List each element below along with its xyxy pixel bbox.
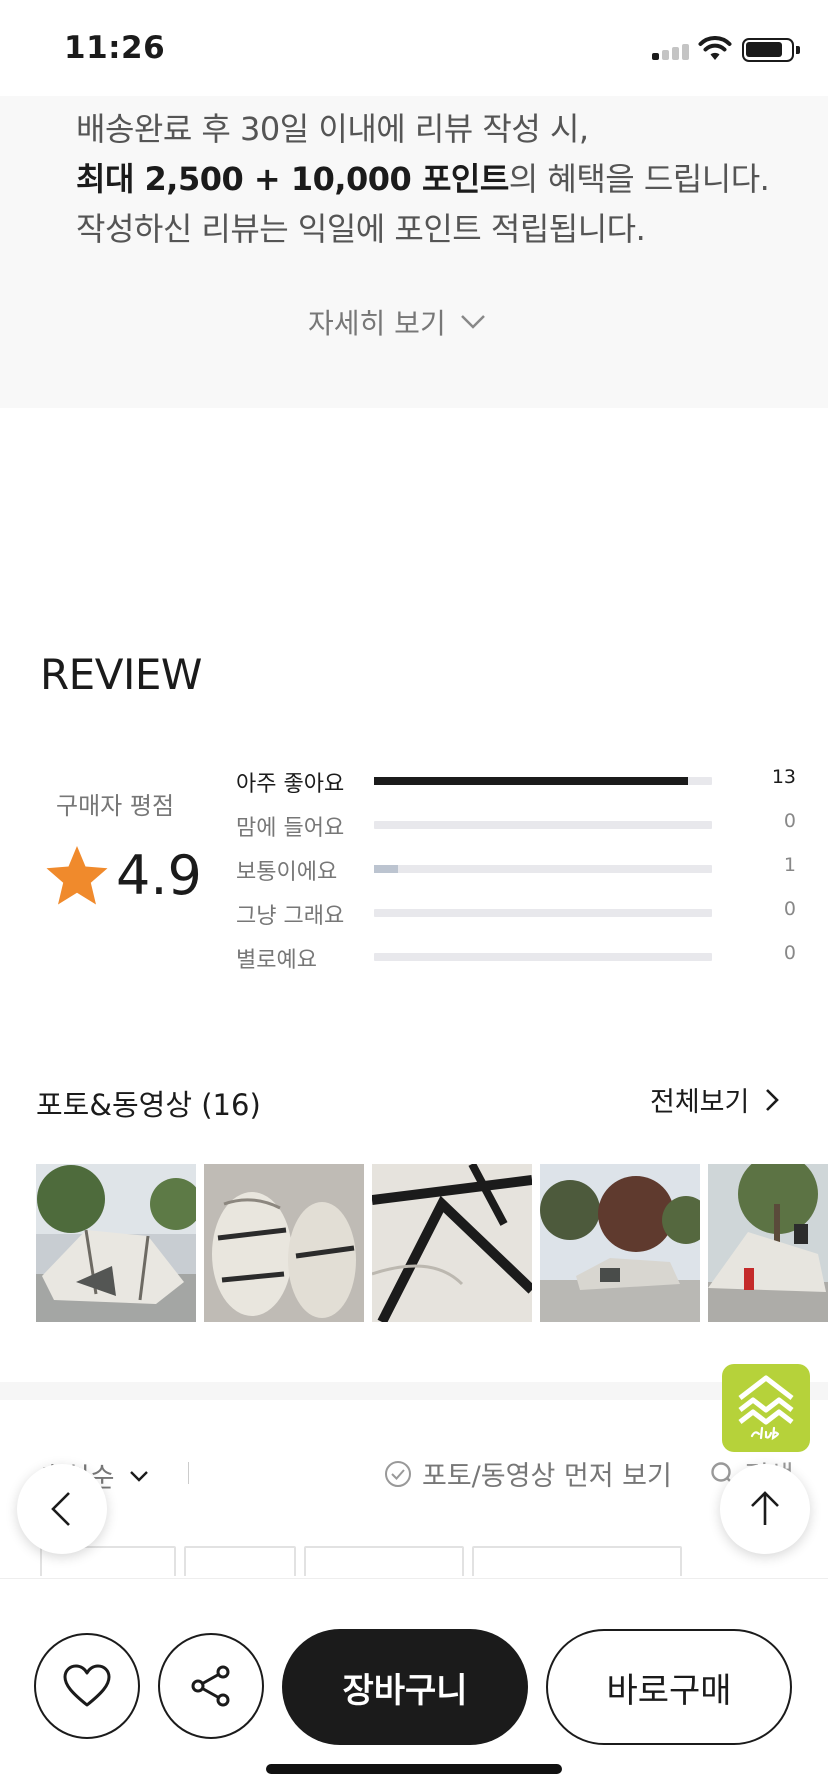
rating-level-label: 보통이에요 (236, 860, 338, 885)
rating-distribution-row: 아주 좋아요 13 (236, 766, 796, 797)
wishlist-button[interactable] (34, 1633, 140, 1739)
rating-distribution-row: 맘에 들어요 0 (236, 810, 796, 841)
photo-thumbnail[interactable] (708, 1164, 828, 1322)
campsite-photo-image (540, 1164, 700, 1322)
cellular-signal-icon (652, 44, 690, 60)
arrow-up-icon (751, 1491, 779, 1525)
rating-distribution-row: 그냥 그래요 0 (236, 898, 796, 929)
rating-bar-track (374, 865, 712, 873)
club-logo-icon (738, 1375, 794, 1441)
notice-more-button[interactable]: 자세히 보기 (308, 302, 486, 342)
review-filter-chips (0, 1546, 828, 1576)
heart-icon (63, 1664, 111, 1707)
filter-chip[interactable] (184, 1546, 296, 1576)
chevron-down-icon (129, 1470, 148, 1482)
photo-first-label: 포토/동영상 먼저 보기 (422, 1461, 672, 1492)
notice-benefit-text: 의 혜택을 드립니다. (508, 160, 770, 198)
back-button[interactable] (17, 1464, 107, 1554)
review-section-title: REVIEW (40, 650, 202, 699)
filter-chip[interactable] (472, 1546, 682, 1576)
rating-level-label: 아주 좋아요 (236, 772, 345, 797)
photo-thumbnail[interactable] (372, 1164, 532, 1322)
wifi-icon (698, 36, 732, 60)
star-icon (46, 846, 108, 905)
review-sort-bar: 추천순 포토/동영상 먼저 보기 검색 (0, 1450, 828, 1496)
tent-bag-photo-image (372, 1164, 532, 1322)
photos-section-title: 포토&동영상 (16) (36, 1088, 261, 1122)
average-rating-score: 4.9 (116, 844, 202, 907)
packed-tent-photo-image (204, 1164, 364, 1322)
rating-level-label: 맘에 들어요 (236, 816, 345, 841)
rating-level-label: 그냥 그래요 (236, 904, 345, 929)
rating-count: 13 (771, 766, 796, 788)
notice-more-label: 자세히 보기 (308, 307, 446, 340)
review-benefit-notice: 배송완료 후 30일 이내에 리뷰 작성 시, 최대 2,500 + 10,00… (0, 96, 828, 408)
scroll-to-top-button[interactable] (720, 1464, 810, 1554)
chevron-left-icon (51, 1492, 70, 1526)
status-time: 11:26 (64, 30, 166, 66)
status-bar: 11:26 (0, 0, 828, 96)
rating-bar-fill (374, 777, 689, 785)
rating-distribution-row: 별로예요 0 (236, 942, 796, 973)
photo-thumbnail-strip (36, 1164, 828, 1322)
rating-count: 0 (783, 810, 796, 832)
check-circle-icon (385, 1460, 411, 1487)
notice-line-1: 배송완료 후 30일 이내에 리뷰 작성 시, (76, 110, 589, 148)
rating-bar-track (374, 821, 712, 829)
photo-thumbnail[interactable] (204, 1164, 364, 1322)
chevron-down-icon (460, 315, 485, 329)
rating-count: 1 (783, 854, 796, 876)
club-badge-button[interactable] (722, 1364, 810, 1452)
notice-line-2: 최대 2,500 + 10,000 포인트의 혜택을 드립니다. (76, 154, 770, 200)
filter-chip[interactable] (304, 1546, 464, 1576)
home-indicator (266, 1764, 562, 1774)
view-all-photos-link[interactable]: 전체보기 (650, 1080, 780, 1119)
photo-thumbnail[interactable] (36, 1164, 196, 1322)
rating-bar-track (374, 909, 712, 917)
rating-count: 0 (783, 942, 796, 964)
chevron-right-icon (766, 1088, 780, 1111)
sort-separator (188, 1462, 189, 1484)
rating-bar-track (374, 953, 712, 961)
buyer-rating-label: 구매자 평점 (56, 792, 175, 820)
notice-line-3: 작성하신 리뷰는 익일에 포인트 적립됩니다. (76, 210, 646, 248)
photo-thumbnail[interactable] (540, 1164, 700, 1322)
rating-level-label: 별로예요 (236, 948, 317, 973)
tent-tree-photo-image (708, 1164, 828, 1322)
section-divider (0, 1382, 828, 1400)
rating-bar-fill (374, 865, 399, 873)
bottom-purchase-bar: 장바구니 바로구매 (0, 1578, 828, 1792)
notice-points: 최대 2,500 + 10,000 포인트 (76, 160, 509, 198)
rating-count: 0 (783, 898, 796, 920)
rating-bar-track (374, 777, 712, 785)
share-button[interactable] (158, 1633, 264, 1739)
battery-icon (742, 38, 800, 62)
tent-photo-image (36, 1164, 196, 1322)
add-to-cart-button[interactable]: 장바구니 (282, 1629, 528, 1745)
view-all-label: 전체보기 (650, 1087, 750, 1118)
buy-now-button[interactable]: 바로구매 (546, 1629, 792, 1745)
share-icon (191, 1665, 230, 1707)
photo-first-toggle[interactable]: 포토/동영상 먼저 보기 (384, 1454, 672, 1493)
rating-distribution-row: 보통이에요 1 (236, 854, 796, 885)
